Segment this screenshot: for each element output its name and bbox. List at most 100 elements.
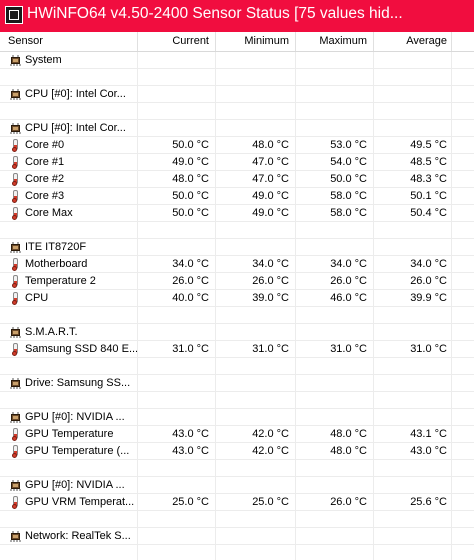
sensor-panel: Sensor Current Minimum Maximum Average S…: [0, 32, 474, 560]
sensor-group-label: GPU [#0]: NVIDIA ...: [25, 479, 125, 491]
column-header-minimum[interactable]: Minimum: [215, 32, 295, 51]
minimum-value: 34.0 °C: [252, 258, 289, 270]
column-header-average[interactable]: Average: [373, 32, 451, 51]
minimum-value: 47.0 °C: [252, 156, 289, 168]
sensor-label: GPU Temperature (...: [25, 445, 130, 457]
sensor-row[interactable]: Core #0 50.0 °C 48.0 °C 53.0 °C 49.5 °C: [0, 137, 474, 154]
average-value: 34.0 °C: [410, 258, 447, 270]
blank-row: [0, 307, 474, 324]
sensor-label: GPU VRM Temperat...: [25, 496, 135, 508]
sensor-row[interactable]: GPU VRM Temperat... 25.0 °C 25.0 °C 26.0 °C…: [0, 494, 474, 511]
sensor-group-label: System: [25, 54, 62, 66]
minimum-value: 42.0 °C: [252, 445, 289, 457]
blank-row: [0, 545, 474, 560]
minimum-value: 39.0 °C: [252, 292, 289, 304]
sensor-label: CPU: [25, 292, 49, 304]
sensor-row[interactable]: Samsung SSD 840 E... 31.0 °C 31.0 °C 31.0 °…: [0, 341, 474, 358]
maximum-value: 34.0 °C: [330, 258, 367, 270]
minimum-value: 25.0 °C: [252, 496, 289, 508]
sensor-group-row[interactable]: GPU [#0]: NVIDIA ...: [0, 409, 474, 426]
current-value: 43.0 °C: [172, 445, 209, 457]
sensor-row[interactable]: Core #3 50.0 °C 49.0 °C 58.0 °C 50.1 °C: [0, 188, 474, 205]
sensor-label: Samsung SSD 840 E...: [25, 343, 137, 355]
sensor-group-row[interactable]: S.M.A.R.T.: [0, 324, 474, 341]
maximum-value: 48.0 °C: [330, 428, 367, 440]
column-header-maximum[interactable]: Maximum: [295, 32, 373, 51]
minimum-value: 42.0 °C: [252, 428, 289, 440]
average-value: 43.0 °C: [410, 445, 447, 457]
average-value: 50.1 °C: [410, 190, 447, 202]
sensor-row[interactable]: CPU 40.0 °C 39.0 °C 46.0 °C 39.9 °C: [0, 290, 474, 307]
blank-row: [0, 222, 474, 239]
blank-row: [0, 103, 474, 120]
title-bar[interactable]: HWiNFO64 v4.50-2400 Sensor Status [75 va…: [0, 0, 474, 32]
sensor-group-row[interactable]: ITE IT8720F: [0, 239, 474, 256]
minimum-value: 26.0 °C: [252, 275, 289, 287]
average-value: 48.3 °C: [410, 173, 447, 185]
sensor-group-row[interactable]: CPU [#0]: Intel Cor...: [0, 120, 474, 137]
sensor-label: GPU Temperature: [25, 428, 114, 440]
sensor-group-row[interactable]: System: [0, 52, 474, 69]
blank-row: [0, 511, 474, 528]
sensor-group-row[interactable]: Network: RealTek S...: [0, 528, 474, 545]
sensor-group-row[interactable]: GPU [#0]: NVIDIA ...: [0, 477, 474, 494]
sensor-list: System CPU [#0]: Intel Cor... CPU [#0]: In…: [0, 52, 474, 560]
sensor-group-row[interactable]: Drive: Samsung SS...: [0, 375, 474, 392]
minimum-value: 49.0 °C: [252, 207, 289, 219]
column-divider[interactable]: [215, 32, 216, 51]
hwinfo-app-icon[interactable]: [5, 6, 23, 24]
column-header-row: Sensor Current Minimum Maximum Average: [0, 32, 474, 52]
sensor-row[interactable]: Core #2 48.0 °C 47.0 °C 50.0 °C 48.3 °C: [0, 171, 474, 188]
minimum-value: 49.0 °C: [252, 190, 289, 202]
current-value: 34.0 °C: [172, 258, 209, 270]
maximum-value: 48.0 °C: [330, 445, 367, 457]
current-value: 25.0 °C: [172, 496, 209, 508]
maximum-value: 58.0 °C: [330, 190, 367, 202]
sensor-label: Motherboard: [25, 258, 88, 270]
current-value: 31.0 °C: [172, 343, 209, 355]
sensor-label: Core #2: [25, 173, 65, 185]
sensor-group-label: GPU [#0]: NVIDIA ...: [25, 411, 125, 423]
current-value: 50.0 °C: [172, 190, 209, 202]
column-divider[interactable]: [295, 32, 296, 51]
maximum-value: 31.0 °C: [330, 343, 367, 355]
blank-row: [0, 460, 474, 477]
minimum-value: 31.0 °C: [252, 343, 289, 355]
window-title: HWiNFO64 v4.50-2400 Sensor Status [75 va…: [27, 5, 403, 22]
sensor-group-label: Network: RealTek S...: [25, 530, 131, 542]
sensor-label: Core #3: [25, 190, 65, 202]
maximum-value: 54.0 °C: [330, 156, 367, 168]
current-value: 48.0 °C: [172, 173, 209, 185]
maximum-value: 58.0 °C: [330, 207, 367, 219]
maximum-value: 53.0 °C: [330, 139, 367, 151]
column-header-current[interactable]: Current: [137, 32, 215, 51]
column-divider[interactable]: [373, 32, 374, 51]
sensor-label: Core #1: [25, 156, 65, 168]
sensor-group-label: Drive: Samsung SS...: [25, 377, 131, 389]
column-header-sensor[interactable]: Sensor: [0, 32, 137, 51]
sensor-group-label: CPU [#0]: Intel Cor...: [25, 88, 126, 100]
average-value: 25.6 °C: [410, 496, 447, 508]
column-divider[interactable]: [137, 32, 138, 51]
sensor-group-label: ITE IT8720F: [25, 241, 87, 253]
sensor-group-row[interactable]: CPU [#0]: Intel Cor...: [0, 86, 474, 103]
average-value: 50.4 °C: [410, 207, 447, 219]
maximum-value: 26.0 °C: [330, 275, 367, 287]
maximum-value: 26.0 °C: [330, 496, 367, 508]
sensor-group-label: S.M.A.R.T.: [25, 326, 78, 338]
sensor-row[interactable]: Core Max 50.0 °C 49.0 °C 58.0 °C 50.4 °C: [0, 205, 474, 222]
maximum-value: 46.0 °C: [330, 292, 367, 304]
sensor-row[interactable]: Temperature 2 26.0 °C 26.0 °C 26.0 °C 26.0 °…: [0, 273, 474, 290]
average-value: 39.9 °C: [410, 292, 447, 304]
blank-row: [0, 358, 474, 375]
sensor-row[interactable]: GPU Temperature 43.0 °C 42.0 °C 48.0 °C 43.1…: [0, 426, 474, 443]
current-value: 50.0 °C: [172, 139, 209, 151]
sensor-row[interactable]: Core #1 49.0 °C 47.0 °C 54.0 °C 48.5 °C: [0, 154, 474, 171]
column-divider[interactable]: [451, 32, 452, 51]
sensor-row[interactable]: GPU Temperature (... 43.0 °C 42.0 °C 48.0 °…: [0, 443, 474, 460]
minimum-value: 48.0 °C: [252, 139, 289, 151]
sensor-row[interactable]: Motherboard 34.0 °C 34.0 °C 34.0 °C 34.0 °C: [0, 256, 474, 273]
sensor-label: Temperature 2: [25, 275, 96, 287]
current-value: 50.0 °C: [172, 207, 209, 219]
average-value: 49.5 °C: [410, 139, 447, 151]
